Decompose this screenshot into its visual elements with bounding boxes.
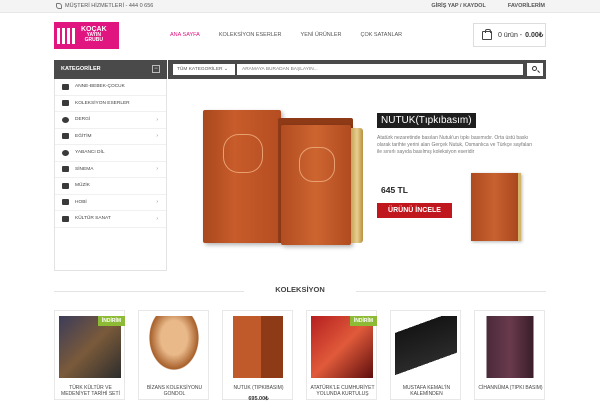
product-card[interactable]: İNDİRİM TÜRK KÜLTÜR VE MEDENİYET TARİHİ … [54,310,125,400]
hero-book-image[interactable] [203,110,281,243]
categories-header[interactable]: KATEGORİLER − [54,60,167,79]
cart-total: 0.00₺ [525,32,544,39]
category-label: EĞİTİM [75,133,92,139]
customer-service: MÜŞTERİ HİZMETLERİ - 444 0 656 [56,3,153,9]
main-nav: ANA SAYFA KOLEKSİYON ESERLER YENİ ÜRÜNLE… [170,32,402,38]
search-bar: TÜM KATEGORİLER ⌄ [168,60,546,79]
category-label: KOLEKSİYON ESERLER [75,100,130,106]
category-item-music[interactable]: MÜZİK [55,178,166,195]
music-icon [62,182,69,189]
category-item-cinema[interactable]: SİNEMA › [55,162,166,178]
puzzle-icon [62,215,69,222]
product-name[interactable]: BİZANS KOLEKSİYONU GONDOL [141,385,208,397]
product-name[interactable]: TÜRK KÜLTÜR VE MEDENİYET TARİHİ SETİ [57,385,124,397]
login-link[interactable]: GİRİŞ YAP / KAYDOL [431,3,485,9]
category-item-education[interactable]: EĞİTİM › [55,129,166,145]
product-name[interactable]: CİHANNÜMA (TIPKI BASIM) [477,385,544,391]
search-input[interactable] [237,64,523,75]
view-product-button[interactable]: ÜRÜNÜ İNCELE [377,203,452,218]
logo-bars-icon [57,27,77,44]
nav-collection[interactable]: KOLEKSİYON ESERLER [219,32,282,38]
chevron-right-icon: › [156,215,158,222]
top-bar: MÜŞTERİ HİZMETLERİ - 444 0 656 GİRİŞ YAP… [0,0,600,13]
category-item-magazine[interactable]: DERGİ › [55,112,166,129]
product-card[interactable]: BİZANS KOLEKSİYONU GONDOL [138,310,209,400]
chevron-right-icon: › [156,133,158,140]
product-image[interactable] [143,316,205,378]
chevron-right-icon: › [156,166,158,173]
pencil-icon [62,133,69,140]
search-category-label: TÜM KATEGORİLER [177,67,223,72]
hero-description: Atatürk nezaretinde basılan Nutuk'un tıp… [377,135,533,155]
category-item-culture-art[interactable]: KÜLTÜR SANAT › [55,211,166,228]
product-carousel: İNDİRİM TÜRK KÜLTÜR VE MEDENİYET TARİHİ … [54,310,546,402]
category-item-hobby[interactable]: HOBİ › [55,195,166,211]
chat-icon [62,149,69,156]
category-label: HOBİ [75,199,87,205]
product-image[interactable] [479,316,541,378]
cart-button[interactable]: 0 ürün - 0.00₺ [473,23,546,47]
category-item-foreign-language[interactable]: YABANCI DİL [55,145,166,162]
product-name[interactable]: NUTUK (TIPKIBASIM) [225,385,292,391]
cart-count: 0 ürün - [498,31,523,39]
hero-title: NUTUK(Tıpkıbasım) [377,113,476,128]
cutlery-icon [62,199,69,206]
favorites-link[interactable]: FAVORİLERİM [508,3,545,9]
phone-icon [56,3,62,9]
product-price: 695.00₺ [248,396,269,402]
header: KOÇAK YAYIN GRUBU ANA SAYFA KOLEKSİYON E… [0,13,600,58]
product-image[interactable] [227,316,289,378]
product-card[interactable]: NUTUK (TIPKIBASIM) 695.00₺ [222,310,293,402]
product-image[interactable] [395,316,457,378]
product-name[interactable]: MUSTAFA KEMAL'İN KALEMİNDEN [393,385,460,397]
search-icon [532,66,537,71]
collapse-icon[interactable]: − [152,65,160,73]
camera-icon [62,166,69,173]
discount-badge: İNDİRİM [349,316,377,326]
logo[interactable]: KOÇAK YAYIN GRUBU [54,22,119,49]
nav-new-products[interactable]: YENİ ÜRÜNLER [301,32,342,38]
product-card[interactable]: CİHANNÜMA (TIPKI BASIM) [474,310,545,400]
product-card[interactable]: MUSTAFA KEMAL'İN KALEMİNDEN [390,310,461,400]
category-item-baby[interactable]: ANNE-BEBEK-ÇOCUK [55,79,166,96]
category-label: DERGİ [75,117,91,123]
hero-book-pages [351,128,363,243]
discount-badge: İNDİRİM [97,316,125,326]
section-title: KOLEKSİYON [54,285,546,297]
logo-line-3: GRUBU [84,37,103,44]
customer-service-text: MÜŞTERİ HİZMETLERİ - 444 0 656 [65,3,154,9]
chevron-down-icon: ⌄ [223,67,228,72]
category-label: MÜZİK [75,183,90,189]
search-button[interactable] [527,63,543,76]
hero-price: 645 TL [381,185,408,195]
hero-slider[interactable]: NUTUK(Tıpkıbasım) Atatürk nezaretinde ba… [168,80,546,270]
baby-icon [62,83,69,90]
cart-icon [482,28,492,40]
nav-home[interactable]: ANA SAYFA [170,32,200,38]
bookmark-icon [62,100,69,107]
search-category-select[interactable]: TÜM KATEGORİLER ⌄ [173,64,235,75]
category-list: ANNE-BEBEK-ÇOCUK KOLEKSİYON ESERLER DERG… [54,79,167,271]
product-name[interactable]: ATATÜRK'LE CUMHURİYET YOLUNDA KURTULUŞ [309,385,376,397]
category-label: SİNEMA [75,166,94,172]
circle-icon [62,116,69,123]
chevron-right-icon: › [156,116,158,123]
nav-bestsellers[interactable]: ÇOK SATANLAR [360,32,402,38]
category-item-collection[interactable]: KOLEKSİYON ESERLER [55,96,166,112]
category-label: YABANCI DİL [75,150,105,156]
hero-small-book-image [471,173,521,241]
category-label: ANNE-BEBEK-ÇOCUK [75,84,125,90]
category-label: KÜLTÜR SANAT [75,216,111,222]
chevron-right-icon: › [156,199,158,206]
hero-book-image-2 [281,125,351,245]
categories-title: KATEGORİLER [61,66,101,72]
product-card[interactable]: İNDİRİM ATATÜRK'LE CUMHURİYET YOLUNDA KU… [306,310,377,400]
